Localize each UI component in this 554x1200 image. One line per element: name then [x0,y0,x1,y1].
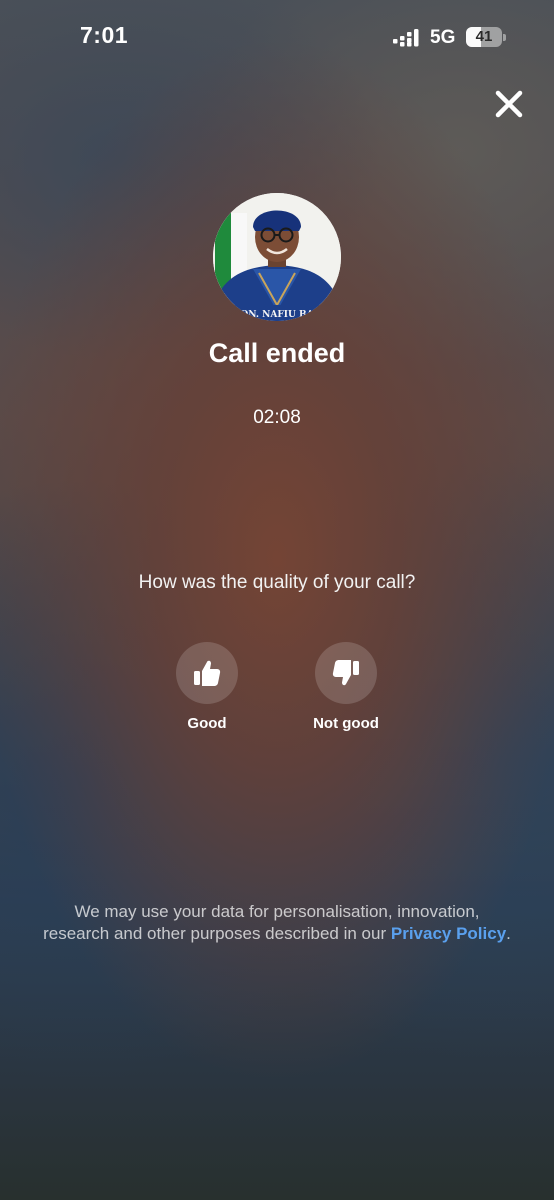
battery-level: 41 [475,28,493,45]
signal-icon [393,29,419,47]
rate-not-good-circle[interactable] [315,642,377,704]
avatar: ON. NAFIU BA [213,193,341,321]
rate-good-circle[interactable] [176,642,238,704]
rate-not-good-button[interactable]: Not good [286,642,406,732]
privacy-notice-suffix: . [506,923,511,943]
thumbs-up-icon [194,660,221,686]
privacy-notice: We may use your data for personalisation… [40,901,514,944]
rate-good-label: Good [187,715,227,732]
privacy-policy-link[interactable]: Privacy Policy [391,924,506,943]
status-bar: 7:01 5G 41 [0,0,554,76]
thumbs-down-icon [332,660,359,686]
rate-not-good-label: Not good [313,715,379,732]
status-time: 7:01 [80,22,129,48]
profile-photo: ON. NAFIU BA [213,193,341,321]
close-button[interactable] [489,84,529,124]
avatar-caption: ON. NAFIU BA [240,310,314,320]
close-icon [495,90,523,118]
battery-icon: 41 [466,27,502,47]
battery-cap [503,34,506,41]
rate-good-button[interactable]: Good [147,642,267,732]
call-status-title: Call ended [208,338,346,368]
quality-question: How was the quality of your call? [138,572,416,593]
call-duration: 02:08 [253,407,301,428]
network-type: 5G [430,27,456,48]
